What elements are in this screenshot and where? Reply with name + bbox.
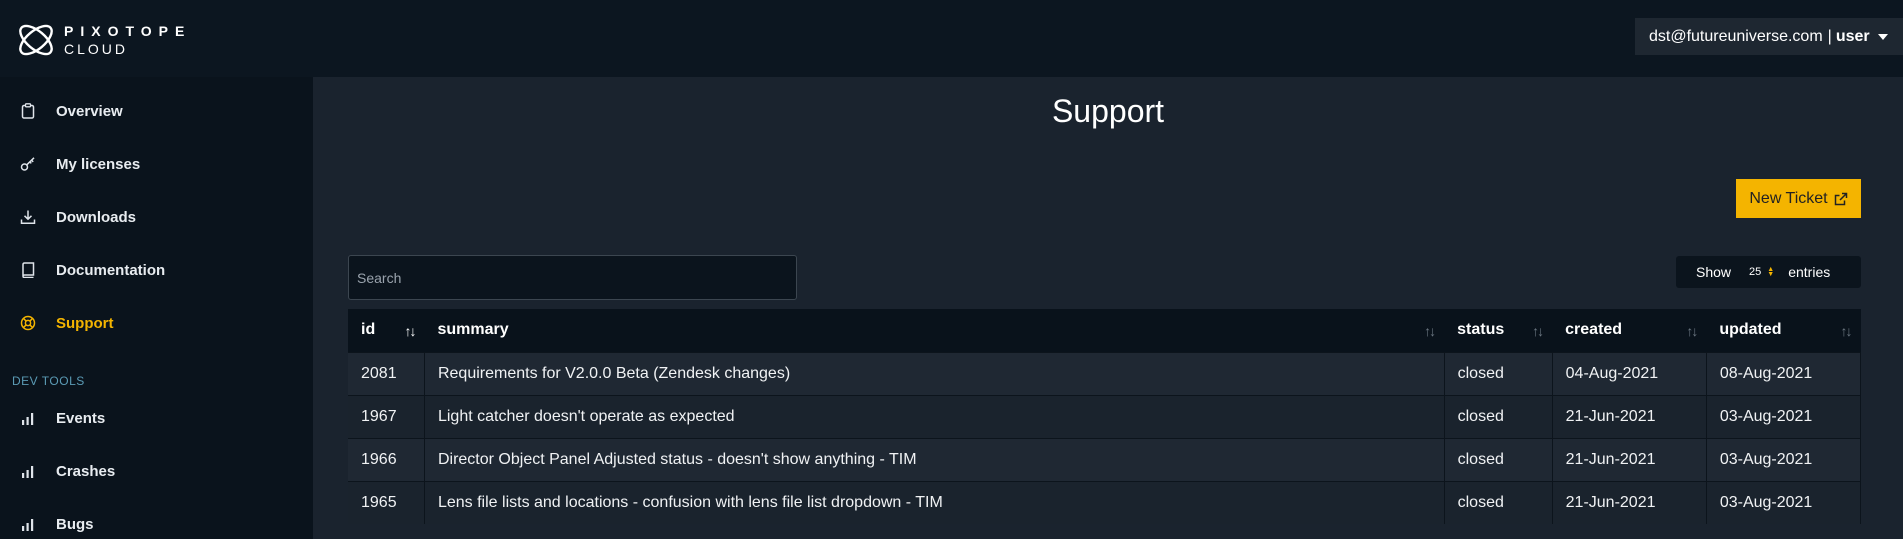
cell-status: closed — [1444, 351, 1553, 395]
logo-wordmark: PIXOTOPE — [64, 23, 192, 39]
sidebar-item-crashes[interactable]: Crashes — [0, 451, 313, 491]
sort-icon: ↑↓ — [1840, 323, 1853, 339]
cell-id: 1965 — [348, 480, 425, 524]
search-input[interactable] — [348, 255, 797, 300]
sidebar-item-downloads[interactable]: Downloads — [0, 197, 313, 237]
page-title: Support — [1051, 93, 1165, 129]
cell-updated: 03-Aug-2021 — [1706, 480, 1862, 524]
user-role: user — [1835, 27, 1870, 45]
cell-summary: Light catcher doesn't operate as expecte… — [424, 394, 1445, 438]
sort-icon: ↑↓ — [404, 323, 416, 339]
cell-status: closed — [1444, 394, 1553, 438]
sidebar-item-label: Support — [56, 314, 114, 332]
cell-summary: Lens file lists and locations - confusio… — [424, 480, 1445, 524]
cell-status: closed — [1444, 437, 1553, 481]
table-row[interactable]: 1966 Director Object Panel Adjusted stat… — [348, 437, 1862, 481]
entries-show-label: Show — [1696, 264, 1732, 280]
sidebar-item-label: My licenses — [56, 155, 141, 173]
sidebar-item-my-licenses[interactable]: My licenses — [0, 144, 313, 184]
sidebar-item-label: Bugs — [56, 515, 94, 533]
sidebar-item-bugs[interactable]: Bugs — [0, 504, 313, 539]
cell-id: 1966 — [348, 437, 425, 481]
sidebar-item-label: Events — [56, 409, 106, 427]
cell-created: 21-Jun-2021 — [1552, 394, 1707, 438]
new-ticket-label: New Ticket — [1749, 189, 1828, 207]
column-header-created[interactable]: created ↑↓ — [1552, 309, 1707, 352]
clipboard-icon — [20, 103, 36, 119]
logo-subtitle: CLOUD — [64, 41, 129, 57]
pixotope-logo-icon — [19, 24, 53, 56]
sidebar: Overview My licenses Downloads Documenta… — [0, 77, 313, 539]
column-header-summary[interactable]: summary ↑↓ — [424, 309, 1445, 352]
sidebar-item-label: Crashes — [56, 462, 116, 480]
new-ticket-button[interactable]: New Ticket — [1736, 179, 1861, 218]
main-content: Support New Ticket Show 25 ▲▼ entries id… — [313, 77, 1903, 539]
entries-selector: Show 25 ▲ ▼ entries — [1676, 256, 1861, 288]
dev-tools-heading: DEV TOOLS — [12, 374, 85, 388]
download-icon — [20, 209, 36, 225]
user-email: dst@futureuniverse.com — [1649, 27, 1823, 45]
sidebar-item-events[interactable]: Events — [0, 398, 313, 438]
cell-updated: 08-Aug-2021 — [1706, 351, 1862, 395]
sidebar-item-label: Overview — [56, 102, 123, 120]
key-icon — [20, 156, 36, 172]
chevron-down-icon — [1877, 33, 1888, 40]
bar-chart-icon — [20, 410, 36, 426]
cell-status: closed — [1444, 480, 1553, 524]
column-header-status[interactable]: status ↑↓ — [1444, 309, 1553, 352]
cell-id: 1967 — [348, 394, 425, 438]
support-icon — [20, 315, 36, 331]
book-icon — [20, 262, 36, 278]
cell-summary: Requirements for V2.0.0 Beta (Zendesk ch… — [424, 351, 1445, 395]
cell-created: 21-Jun-2021 — [1552, 437, 1707, 481]
table-row[interactable]: 1967 Light catcher doesn't operate as ex… — [348, 394, 1862, 438]
table-row[interactable]: 1965 Lens file lists and locations - con… — [348, 480, 1862, 524]
cell-created: 04-Aug-2021 — [1552, 351, 1707, 395]
sort-icon: ↑↓ — [1686, 323, 1698, 339]
sidebar-item-overview[interactable]: Overview — [0, 91, 313, 131]
cell-created: 21-Jun-2021 — [1552, 480, 1707, 524]
table-row[interactable]: 2081 Requirements for V2.0.0 Beta (Zende… — [348, 351, 1862, 395]
column-header-updated[interactable]: updated ↑↓ — [1706, 309, 1861, 352]
entries-select[interactable]: 25 ▲ ▼ — [1749, 266, 1774, 278]
cell-summary: Director Object Panel Adjusted status - … — [424, 437, 1445, 481]
table-header-row: id ↑↓ summary ↑↓ status ↑↓ created ↑↓ update… — [348, 309, 1861, 352]
sidebar-item-documentation[interactable]: Documentation — [0, 250, 313, 290]
sidebar-item-label: Downloads — [56, 208, 137, 226]
sort-icon: ↑↓ — [1532, 323, 1544, 339]
sort-icon: ↑↓ — [1424, 323, 1436, 339]
entries-suffix-label: entries — [1788, 264, 1831, 280]
entries-value: 25 — [1749, 266, 1762, 278]
select-arrows-icon: ▲ ▼ — [1767, 266, 1775, 278]
sidebar-item-support[interactable]: Support — [0, 303, 313, 343]
cell-id: 2081 — [348, 351, 425, 395]
bar-chart-icon — [20, 516, 36, 532]
user-separator: | — [1827, 27, 1832, 45]
bar-chart-icon — [20, 463, 36, 479]
sidebar-item-label: Documentation — [56, 261, 166, 279]
column-header-id[interactable]: id ↑↓ — [348, 309, 425, 352]
external-link-icon — [1834, 192, 1847, 205]
top-bar: PIXOTOPE CLOUD dst@futureuniverse.com | … — [0, 0, 1903, 77]
cell-updated: 03-Aug-2021 — [1706, 437, 1862, 481]
tickets-table: id ↑↓ summary ↑↓ status ↑↓ created ↑↓ update… — [348, 309, 1862, 524]
pixotope-logo[interactable]: PIXOTOPE CLOUD — [14, 18, 191, 62]
cell-updated: 03-Aug-2021 — [1706, 394, 1862, 438]
user-menu[interactable]: dst@futureuniverse.com | user — [1635, 18, 1903, 55]
